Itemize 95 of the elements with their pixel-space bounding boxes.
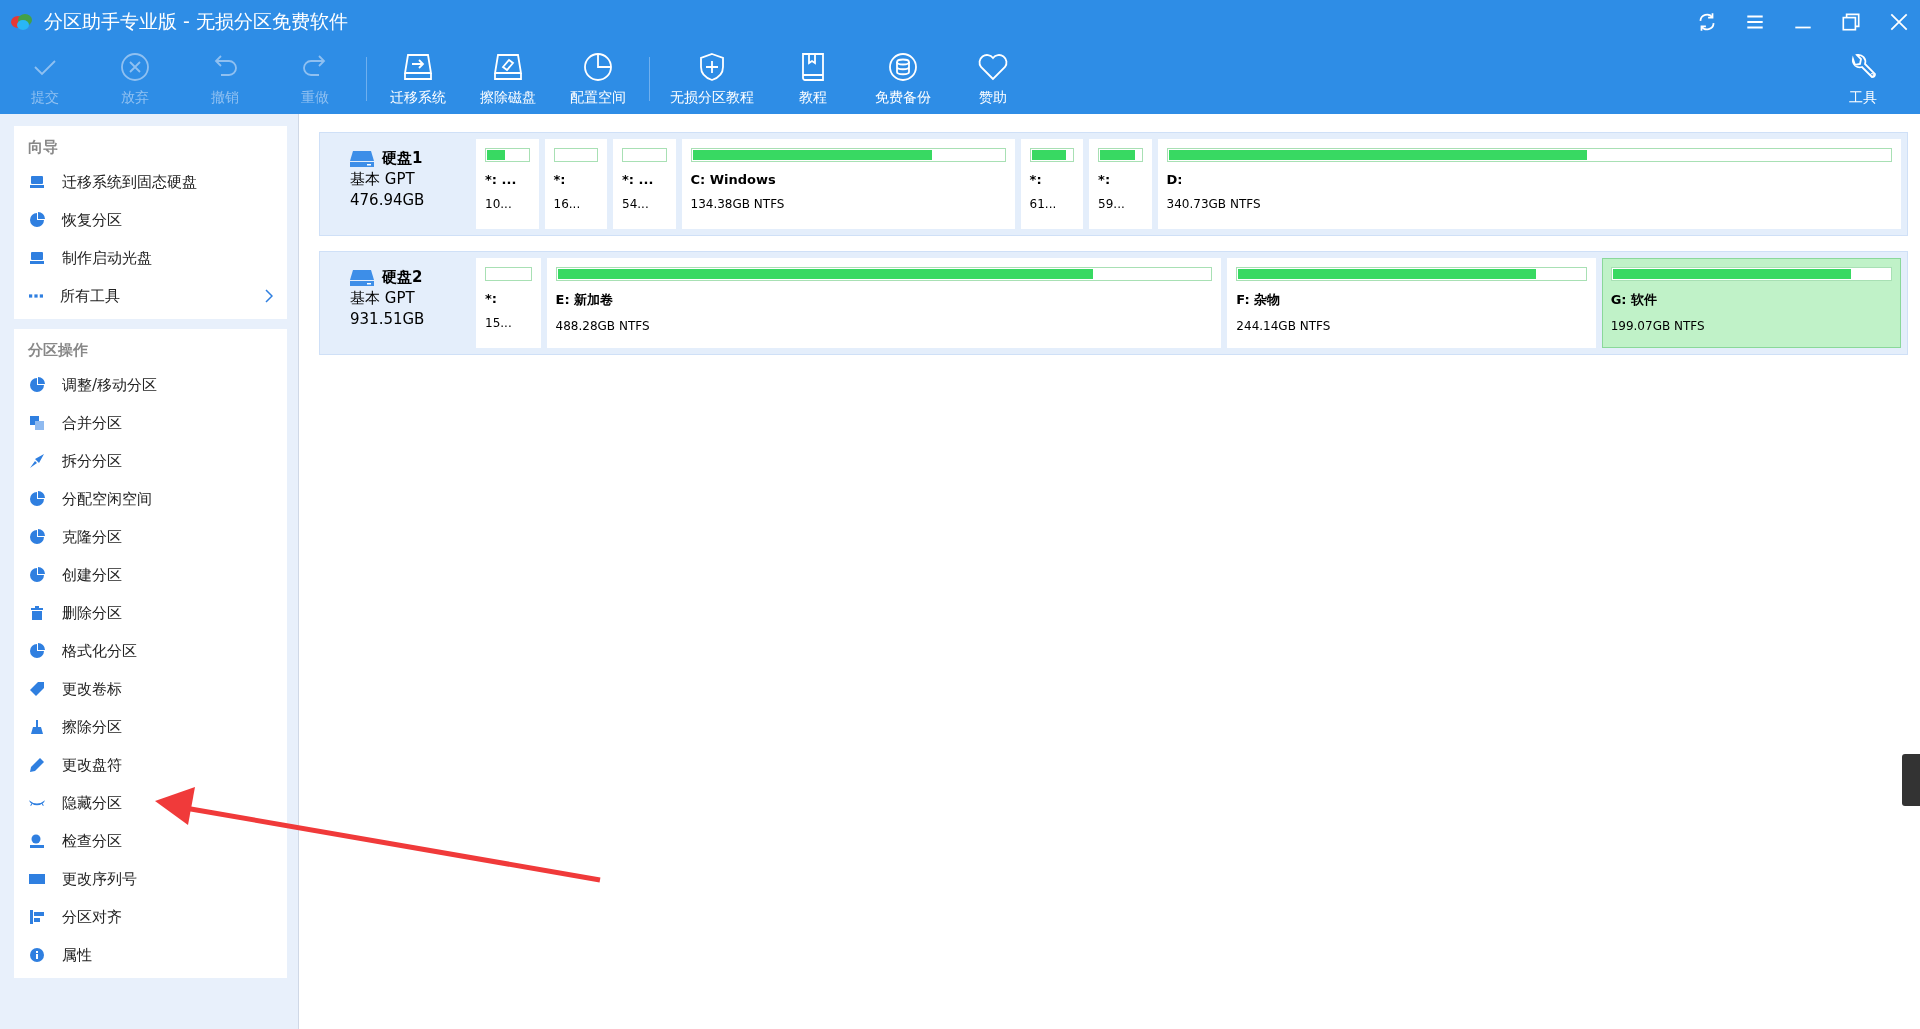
- partition-info: 61...: [1029, 197, 1058, 211]
- sidebar-item[interactable]: 擦除分区: [14, 708, 287, 746]
- sidebar-item[interactable]: 迁移系统到固态硬盘: [14, 163, 287, 201]
- disk-size: 931.51GB: [350, 310, 426, 328]
- cancel-icon: [119, 51, 151, 83]
- sidebar-item[interactable]: 格式化分区: [14, 632, 287, 670]
- restore-icon[interactable]: [1840, 11, 1862, 33]
- partition-info: 340.73GB NTFS: [1166, 197, 1262, 211]
- sidebar-item[interactable]: 合并分区: [14, 404, 287, 442]
- drive-eraser-icon: [492, 51, 524, 83]
- sidebar-item[interactable]: 调整/移动分区: [14, 366, 287, 404]
- pie-icon: [29, 567, 45, 583]
- disk-size: 476.94GB: [350, 191, 426, 209]
- partition-card[interactable]: *: 59...: [1089, 139, 1152, 229]
- drive-icon: [29, 174, 45, 190]
- partition-name: C: Windows: [690, 172, 777, 187]
- pie-chart-icon: [582, 51, 614, 83]
- partition-name: *: ...: [622, 172, 655, 187]
- side-handle[interactable]: [1902, 754, 1920, 806]
- squares-icon: [29, 415, 45, 431]
- window-title: 分区助手专业版 - 无损分区免费软件: [44, 9, 348, 34]
- partition-name: *:: [1098, 172, 1112, 187]
- pie-icon: [29, 212, 45, 228]
- sidebar-item[interactable]: 分区对齐: [14, 898, 287, 936]
- sidebar-item[interactable]: 更改卷标: [14, 670, 287, 708]
- partition-card[interactable]: *: 61...: [1020, 139, 1084, 229]
- section-title: 向导: [27, 137, 59, 158]
- pie-icon: [29, 643, 45, 659]
- sidebar-item[interactable]: 克隆分区: [14, 518, 287, 556]
- section-title: 分区操作: [27, 340, 89, 361]
- partition-name: *:: [485, 291, 498, 306]
- disk-name: 硬盘2: [382, 268, 423, 287]
- tag-icon: [29, 681, 45, 697]
- usage-bar: [485, 267, 532, 281]
- pie-icon: [29, 377, 45, 393]
- pie-icon: [29, 529, 45, 545]
- partition-card[interactable]: *: ... 10...: [476, 139, 539, 229]
- partition-info: 15...: [485, 316, 513, 330]
- sidebar-item[interactable]: 制作启动光盘: [14, 239, 287, 277]
- partition-info: 488.28GB NTFS: [555, 319, 651, 333]
- partition-info: 199.07GB NTFS: [1610, 319, 1706, 333]
- partition-info: 54...: [622, 197, 650, 211]
- sidebar-item[interactable]: 更改序列号: [14, 860, 287, 898]
- sidebar-item[interactable]: 删除分区: [14, 594, 287, 632]
- align-icon: [29, 909, 45, 925]
- partition-card[interactable]: E: 新加卷 488.28GB NTFS: [546, 258, 1222, 348]
- partition-name: *: ...: [485, 172, 518, 187]
- sidebar-item[interactable]: 拆分分区: [14, 442, 287, 480]
- sidebar-item[interactable]: 所有工具: [14, 277, 287, 315]
- app-logo-icon: [10, 12, 34, 32]
- sidebar-item[interactable]: 检查分区: [14, 822, 287, 860]
- sidebar-item[interactable]: 属性: [14, 936, 287, 974]
- usage-bar: [622, 148, 667, 162]
- broom-icon: [29, 719, 45, 735]
- trash-icon: [29, 605, 45, 621]
- sidebar-item[interactable]: 创建分区: [14, 556, 287, 594]
- partition-info: 134.38GB NTFS: [690, 197, 786, 211]
- dots-icon: [29, 294, 43, 298]
- partition-card[interactable]: F: 杂物 244.14GB NTFS: [1227, 258, 1596, 348]
- drive-arrow-icon: [402, 51, 434, 83]
- heart-icon: [977, 51, 1009, 83]
- sidebar-item[interactable]: 分配空闲空间: [14, 480, 287, 518]
- partition-info: 10...: [485, 197, 513, 211]
- sidebar-item[interactable]: 恢复分区: [14, 201, 287, 239]
- close-icon[interactable]: [1888, 11, 1910, 33]
- pencil-icon: [29, 757, 45, 773]
- partition-name: F: 杂物: [1236, 291, 1282, 309]
- disk-type: 基本 GPT: [350, 289, 416, 308]
- partition-name: *:: [1029, 172, 1043, 187]
- partition-card[interactable]: G: 软件 199.07GB NTFS: [1601, 258, 1901, 348]
- partition-info: 59...: [1098, 197, 1126, 211]
- partition-card[interactable]: D: 340.73GB NTFS: [1157, 139, 1901, 229]
- disk-type: 基本 GPT: [350, 170, 416, 189]
- partition-name: *:: [553, 172, 567, 187]
- partition-card[interactable]: C: Windows 134.38GB NTFS: [681, 139, 1015, 229]
- database-icon: [887, 51, 919, 83]
- closed-eye-icon: [29, 799, 45, 807]
- partition-name: D:: [1166, 172, 1184, 187]
- partition-info: 16...: [553, 197, 582, 211]
- partition-name: G: 软件: [1610, 291, 1659, 309]
- split-icon: [29, 453, 45, 469]
- partition-card[interactable]: *: 16...: [544, 139, 607, 229]
- drive-icon: [350, 269, 374, 286]
- drive-icon: [350, 150, 374, 167]
- usage-bar: [553, 148, 598, 162]
- sidebar-item[interactable]: 隐藏分区: [14, 784, 287, 822]
- pie-icon: [29, 491, 45, 507]
- drive-icon: [29, 250, 45, 266]
- partition-name: E: 新加卷: [555, 291, 615, 309]
- partition-card[interactable]: *: ... 54...: [613, 139, 676, 229]
- info-icon: [29, 947, 45, 963]
- partition-info: 244.14GB NTFS: [1236, 319, 1332, 333]
- partition-card[interactable]: *: 15...: [476, 258, 541, 348]
- sidebar-item[interactable]: 更改盘符: [14, 746, 287, 784]
- disk-name: 硬盘1: [382, 149, 423, 168]
